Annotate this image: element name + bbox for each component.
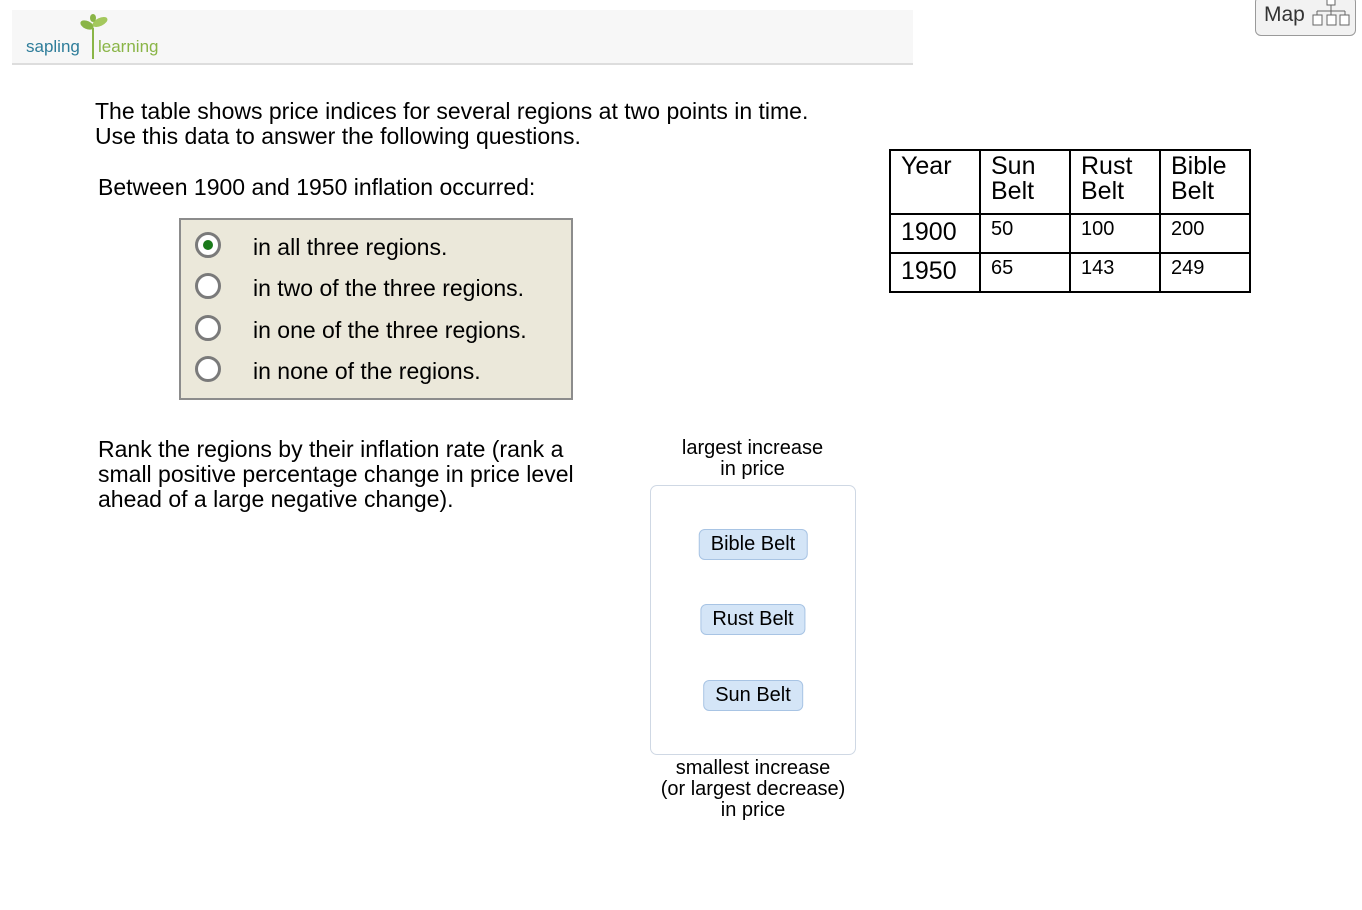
rank-bottom-label-line-2: (or largest decrease) xyxy=(660,778,846,800)
cell-bible-belt: 249 xyxy=(1159,252,1251,293)
question2-line-2: small positive percentage change in pric… xyxy=(98,461,574,487)
rank-item-sun-belt[interactable]: Sun Belt xyxy=(703,680,803,711)
question2-line-1: Rank the regions by their inflation rate… xyxy=(98,436,564,462)
option-label: in one of the three regions. xyxy=(253,317,527,343)
column-header-year: Year xyxy=(889,149,981,215)
price-index-table: Year Sun Belt Rust Belt Bible Belt 1900 … xyxy=(889,149,1251,293)
option-all-three-regions[interactable]: in all three regions. xyxy=(181,228,571,268)
header-line: Belt xyxy=(991,177,1035,205)
cell-rust-belt: 143 xyxy=(1069,252,1161,293)
option-label: in two of the three regions. xyxy=(253,275,525,301)
column-header-sun-belt: Sun Belt xyxy=(979,149,1071,215)
question2-line-3: ahead of a large negative change). xyxy=(98,486,454,512)
header-line: Sun xyxy=(991,152,1036,180)
header-line: Year xyxy=(901,152,952,180)
rank-item-bible-belt[interactable]: Bible Belt xyxy=(698,529,808,560)
option-label: in all three regions. xyxy=(253,234,448,260)
header-line: Bible xyxy=(1171,152,1227,180)
cell-year: 1950 xyxy=(889,252,981,293)
option-two-of-three-regions[interactable]: in two of the three regions. xyxy=(181,269,571,309)
table-header-row: Year Sun Belt Rust Belt Bible Belt xyxy=(889,149,1251,215)
header-line: Rust xyxy=(1081,152,1133,180)
radio-button-selected[interactable] xyxy=(195,232,221,258)
header-line: Belt xyxy=(1171,177,1215,205)
rank-top-label-line-2: in price xyxy=(720,458,785,480)
map-button-label: Map xyxy=(1264,3,1305,26)
table-row: 1900 50 100 200 xyxy=(889,213,1251,254)
cell-sun-belt: 65 xyxy=(979,252,1071,293)
rank-item-rust-belt[interactable]: Rust Belt xyxy=(700,604,806,635)
header-bar: sapling learning xyxy=(12,10,913,65)
rank-top-label: largest increase in price xyxy=(651,438,854,480)
radio-button[interactable] xyxy=(195,315,221,341)
intro-text: The table shows price indices for severa… xyxy=(95,99,808,149)
table-row: 1950 65 143 249 xyxy=(889,252,1251,293)
intro-line-1: The table shows price indices for severa… xyxy=(95,98,809,124)
cell-year: 1900 xyxy=(889,213,981,254)
ranking-drop-zone[interactable]: Bible Belt Rust Belt Sun Belt xyxy=(650,485,856,755)
rank-top-label-line-1: largest increase xyxy=(681,437,824,459)
logo-word-sapling: sapling xyxy=(26,37,80,56)
cell-rust-belt: 100 xyxy=(1069,213,1161,254)
rank-bottom-label-line-3: in price xyxy=(720,799,786,821)
column-header-rust-belt: Rust Belt xyxy=(1069,149,1161,215)
question1-prompt: Between 1900 and 1950 inflation occurred… xyxy=(98,174,536,200)
option-label: in none of the regions. xyxy=(253,358,481,384)
column-header-bible-belt: Bible Belt xyxy=(1159,149,1251,215)
cell-bible-belt: 200 xyxy=(1159,213,1251,254)
map-button[interactable]: Map xyxy=(1255,0,1356,36)
site-map-icon xyxy=(1312,0,1350,26)
rank-bottom-label: smallest increase (or largest decrease) … xyxy=(641,758,865,821)
radio-button[interactable] xyxy=(195,273,221,299)
cell-sun-belt: 50 xyxy=(979,213,1071,254)
sapling-learning-logo: sapling learning xyxy=(26,14,186,59)
logo-word-learning: learning xyxy=(98,37,159,56)
question1-options: in all three regions. in two of the thre… xyxy=(179,218,573,400)
option-none-of-regions[interactable]: in none of the regions. xyxy=(181,352,571,392)
option-one-of-three-regions[interactable]: in one of the three regions. xyxy=(181,311,571,351)
radio-button[interactable] xyxy=(195,356,221,382)
rank-bottom-label-line-1: smallest increase xyxy=(675,757,831,779)
header-line: Belt xyxy=(1081,177,1125,205)
question2-prompt: Rank the regions by their inflation rate… xyxy=(98,437,638,512)
intro-line-2: Use this data to answer the following qu… xyxy=(95,123,581,149)
